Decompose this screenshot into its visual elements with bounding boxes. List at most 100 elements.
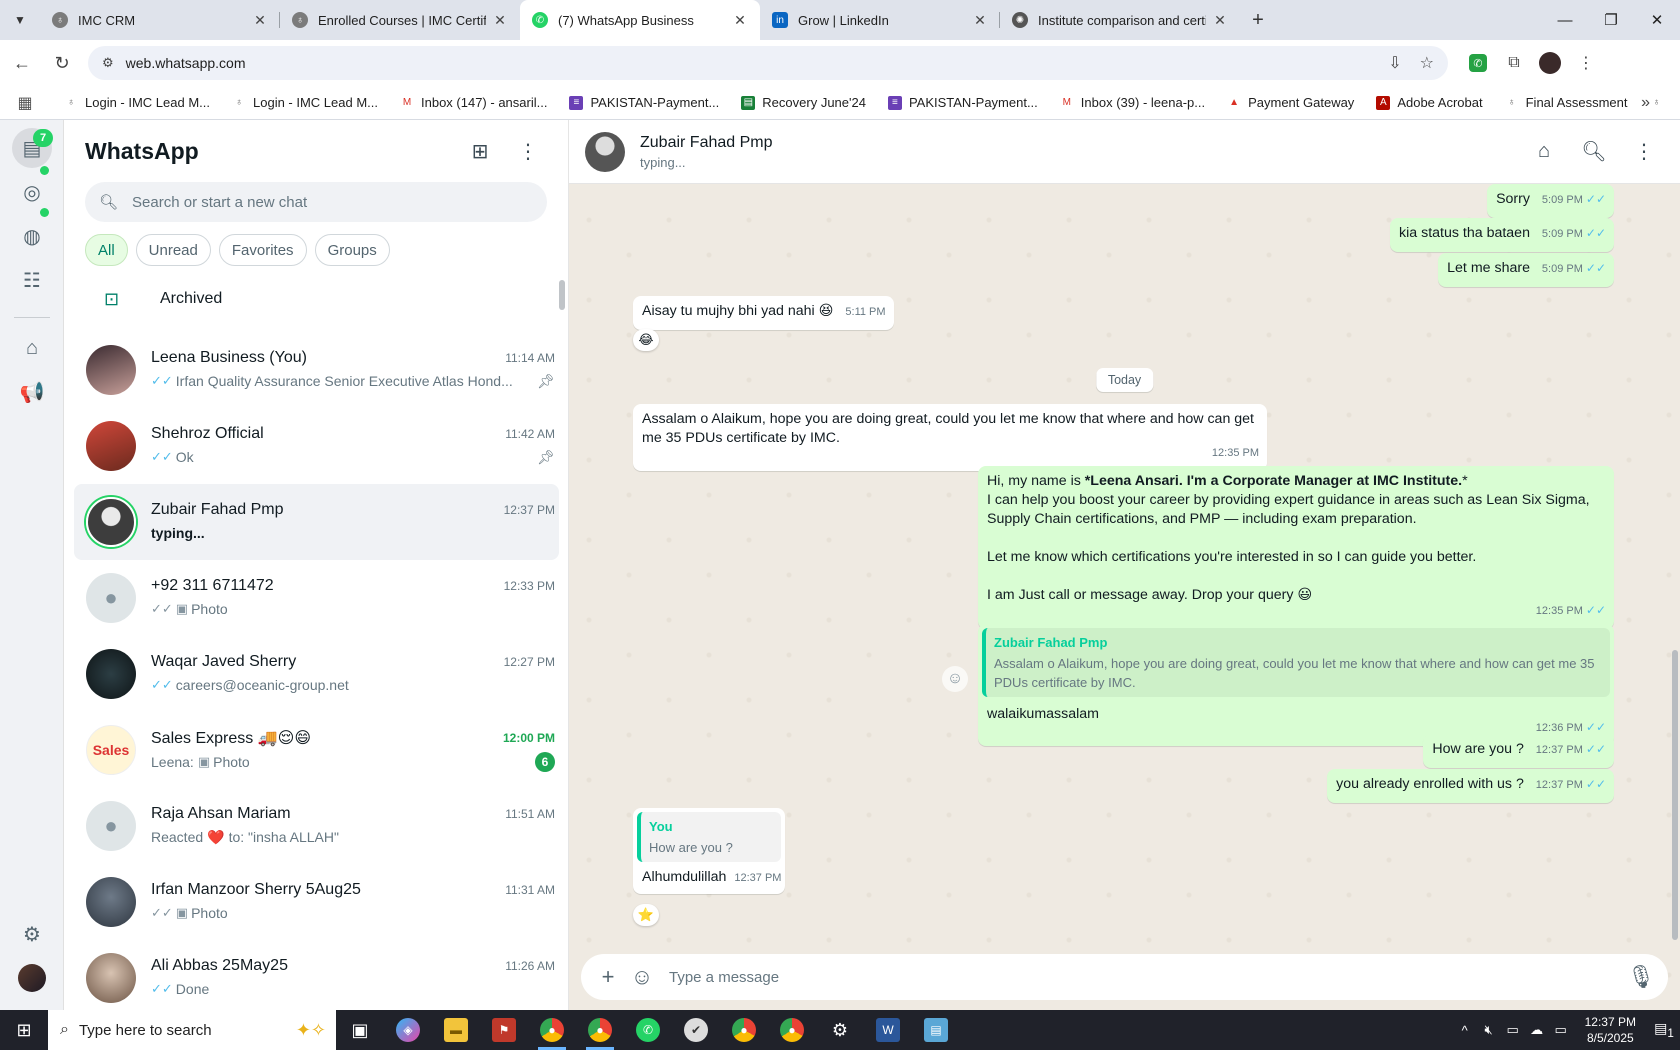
whatsapp-desktop-icon[interactable]: ✆ [624, 1010, 672, 1050]
message-outgoing[interactable]: How are you ? 12:37 PM ✓✓ [1423, 734, 1614, 768]
copilot-icon[interactable]: ◈ [384, 1010, 432, 1050]
rail-channels-button[interactable]: ◍ [12, 216, 52, 256]
quoted-message[interactable]: You How are you ? [637, 812, 781, 862]
search-icon[interactable]: 🔍︎ [1574, 132, 1614, 172]
new-chat-icon[interactable]: ⊞ [460, 131, 500, 171]
install-app-icon[interactable]: ⇩ [1388, 53, 1401, 73]
word-icon[interactable]: W [864, 1010, 912, 1050]
chat-list-item[interactable]: Irfan Manzoor Sherry 5Aug25 11:31 AM ✓✓ ▣ P… [64, 864, 568, 940]
chrome-profile-icon[interactable]: ● [576, 1010, 624, 1050]
close-window-icon[interactable]: ✕ [1634, 0, 1680, 40]
profile-avatar[interactable] [1539, 52, 1561, 74]
bookmark-item[interactable]: ♁ [1649, 96, 1670, 110]
network-icon[interactable]: ▭ [1549, 1022, 1573, 1038]
kebab-menu-icon[interactable]: ⋮ [1568, 45, 1604, 81]
kebab-menu-icon[interactable]: ⋮ [1624, 132, 1664, 172]
settings-gear-icon[interactable]: ⚙ [816, 1010, 864, 1050]
bookmark-item[interactable]: ≡ PAKISTAN-Payment... [569, 95, 719, 110]
chrome-icon[interactable]: ● [720, 1010, 768, 1050]
browser-tab-enrolled-courses[interactable]: ♁ Enrolled Courses | IMC Certifica ✕ [280, 0, 520, 40]
file-explorer-icon[interactable]: ▬ [432, 1010, 480, 1050]
bookmark-item[interactable]: ♁ Login - IMC Lead M... [64, 95, 210, 110]
bookmark-item[interactable]: A Adobe Acrobat [1376, 95, 1483, 110]
message-outgoing-reply[interactable]: Zubair Fahad Pmp Assalam o Alaikum, hope… [978, 624, 1614, 746]
message-incoming-reply[interactable]: You How are you ? Alhumdulillah 12:37 PM [633, 808, 785, 894]
chat-list-item[interactable]: Sales Sales Express 🚚😌😄 12:00 PM Leena: ▣ P… [64, 712, 568, 788]
rail-status-button[interactable]: ◎ [12, 172, 52, 212]
app-pin-icon[interactable]: ⚑ [480, 1010, 528, 1050]
app-pin-icon[interactable]: ✔ [672, 1010, 720, 1050]
task-view-icon[interactable]: ▣ [336, 1010, 384, 1050]
microphone-icon[interactable]: 🎙︎ [1624, 960, 1658, 994]
bookmark-item[interactable]: ♁ Login - IMC Lead M... [232, 95, 378, 110]
browser-tab-whatsapp[interactable]: ✆ (7) WhatsApp Business ✕ [520, 0, 760, 40]
conversation-title[interactable]: Zubair Fahad Pmp typing... [640, 134, 1514, 170]
catalog-store-icon[interactable]: ⌂ [1524, 132, 1564, 172]
chat-list-item[interactable]: ● +92 311 6711472 12:33 PM ✓✓ ▣ Photo [64, 560, 568, 636]
whatsapp-extension-icon[interactable]: ✆ [1469, 54, 1487, 72]
attach-plus-icon[interactable]: + [591, 960, 625, 994]
close-tab-icon[interactable]: ✕ [1212, 12, 1228, 29]
rail-settings-button[interactable]: ⚙ [12, 914, 52, 954]
bookmark-item[interactable]: ♁ Final Assessment [1505, 95, 1628, 110]
browser-tab-imc-crm[interactable]: ♁ IMC CRM ✕ [40, 0, 280, 40]
chevron-up-icon[interactable]: ^ [1453, 1023, 1477, 1038]
close-tab-icon[interactable]: ✕ [252, 12, 268, 29]
rail-profile-avatar[interactable] [18, 964, 46, 992]
reload-icon[interactable]: ↻ [44, 45, 80, 81]
message-outgoing[interactable]: Sorry 5:09 PM ✓✓ [1487, 184, 1614, 218]
conversation-scrollbar[interactable] [1672, 650, 1678, 940]
chat-list-item[interactable]: Waqar Javed Sherry 12:27 PM ✓✓ careers@oce… [64, 636, 568, 712]
close-tab-icon[interactable]: ✕ [972, 12, 988, 29]
close-tab-icon[interactable]: ✕ [492, 12, 508, 29]
message-outgoing[interactable]: kia status tha bataen 5:09 PM ✓✓ [1390, 218, 1614, 252]
close-tab-icon[interactable]: ✕ [732, 12, 748, 29]
message-reaction[interactable]: ⭐ [633, 904, 659, 926]
new-tab-button[interactable]: + [1240, 0, 1276, 40]
extensions-puzzle-icon[interactable]: ⧉ [1496, 45, 1532, 81]
site-settings-icon[interactable]: ⚙ [102, 55, 114, 71]
onedrive-icon[interactable]: ☁ [1525, 1022, 1549, 1038]
apps-grid-icon[interactable]: ▦ [8, 93, 42, 113]
sticker-emoji-icon[interactable]: ☺ [625, 960, 659, 994]
bookmark-item[interactable]: ▤ Recovery June'24 [741, 95, 866, 110]
browser-tab-institute-comparison[interactable]: ✺ Institute comparison and certifi ✕ [1000, 0, 1240, 40]
meet-now-icon[interactable]: ▭ [1501, 1022, 1525, 1038]
sidebar-scrollbar[interactable] [559, 280, 565, 310]
notepad-icon[interactable]: ▤ [912, 1010, 960, 1050]
bookmark-item[interactable]: M Inbox (39) - leena-p... [1060, 95, 1205, 110]
filter-unread[interactable]: Unread [135, 234, 211, 266]
message-incoming[interactable]: Assalam o Alaikum, hope you are doing gr… [633, 404, 1267, 471]
message-outgoing[interactable]: Let me share 5:09 PM ✓✓ [1438, 253, 1614, 287]
message-reaction[interactable]: 😂 [633, 329, 659, 351]
chat-list-item[interactable]: Ali Abbas 25May25 11:26 AM ✓✓ Done [64, 940, 568, 1010]
tab-search-button[interactable]: ▼ [0, 0, 40, 40]
chat-list-item[interactable]: Shehroz Official 11:42 AM ✓✓ Ok 📌︎ [64, 408, 568, 484]
chat-list-item-selected[interactable]: Zubair Fahad Pmp 12:37 PM typing... [74, 484, 559, 560]
speaker-mute-icon[interactable]: 🔇︎ [1477, 1022, 1501, 1038]
filter-groups[interactable]: Groups [314, 234, 390, 266]
archived-row[interactable]: ⊡ Archived [64, 274, 568, 324]
bookmark-item[interactable]: M Inbox (147) - ansaril... [400, 95, 548, 110]
search-input[interactable] [132, 193, 533, 211]
back-arrow-icon[interactable]: ← [4, 45, 40, 81]
url-text[interactable]: web.whatsapp.com [126, 55, 1371, 71]
chrome-icon[interactable]: ● [528, 1010, 576, 1050]
taskbar-search[interactable]: ⌕ Type here to search ✦✧ [48, 1010, 336, 1050]
restore-icon[interactable]: ❐ [1588, 0, 1634, 40]
message-incoming[interactable]: Aisay tu mujhy bhi yad nahi 😆 5:11 PM [633, 296, 894, 330]
message-outgoing[interactable]: you already enrolled with us ? 12:37 PM ✓… [1327, 769, 1614, 803]
message-outgoing[interactable]: Hi, my name is *Leena Ansari. I'm a Corp… [978, 466, 1614, 629]
kebab-menu-icon[interactable]: ⋮ [508, 131, 548, 171]
message-input[interactable] [669, 968, 1624, 986]
rail-advertise-button[interactable]: 📢 [12, 372, 52, 412]
notification-icon[interactable]: ▤1 [1648, 1020, 1680, 1040]
chat-list-item[interactable]: ● Raja Ahsan Mariam 11:51 AM Reacted ❤️ to:… [64, 788, 568, 864]
omnibox[interactable]: ⚙ web.whatsapp.com ⇩ ☆ [88, 46, 1448, 80]
rail-catalog-button[interactable]: ⌂ [12, 328, 52, 368]
chevron-double-right-icon[interactable]: » [1641, 94, 1650, 112]
bookmark-star-icon[interactable]: ☆ [1420, 53, 1434, 73]
filter-all[interactable]: All [85, 234, 128, 266]
rail-communities-button[interactable]: ☷ [12, 260, 52, 300]
clock[interactable]: 12:37 PM 8/5/2025 [1585, 1014, 1636, 1046]
